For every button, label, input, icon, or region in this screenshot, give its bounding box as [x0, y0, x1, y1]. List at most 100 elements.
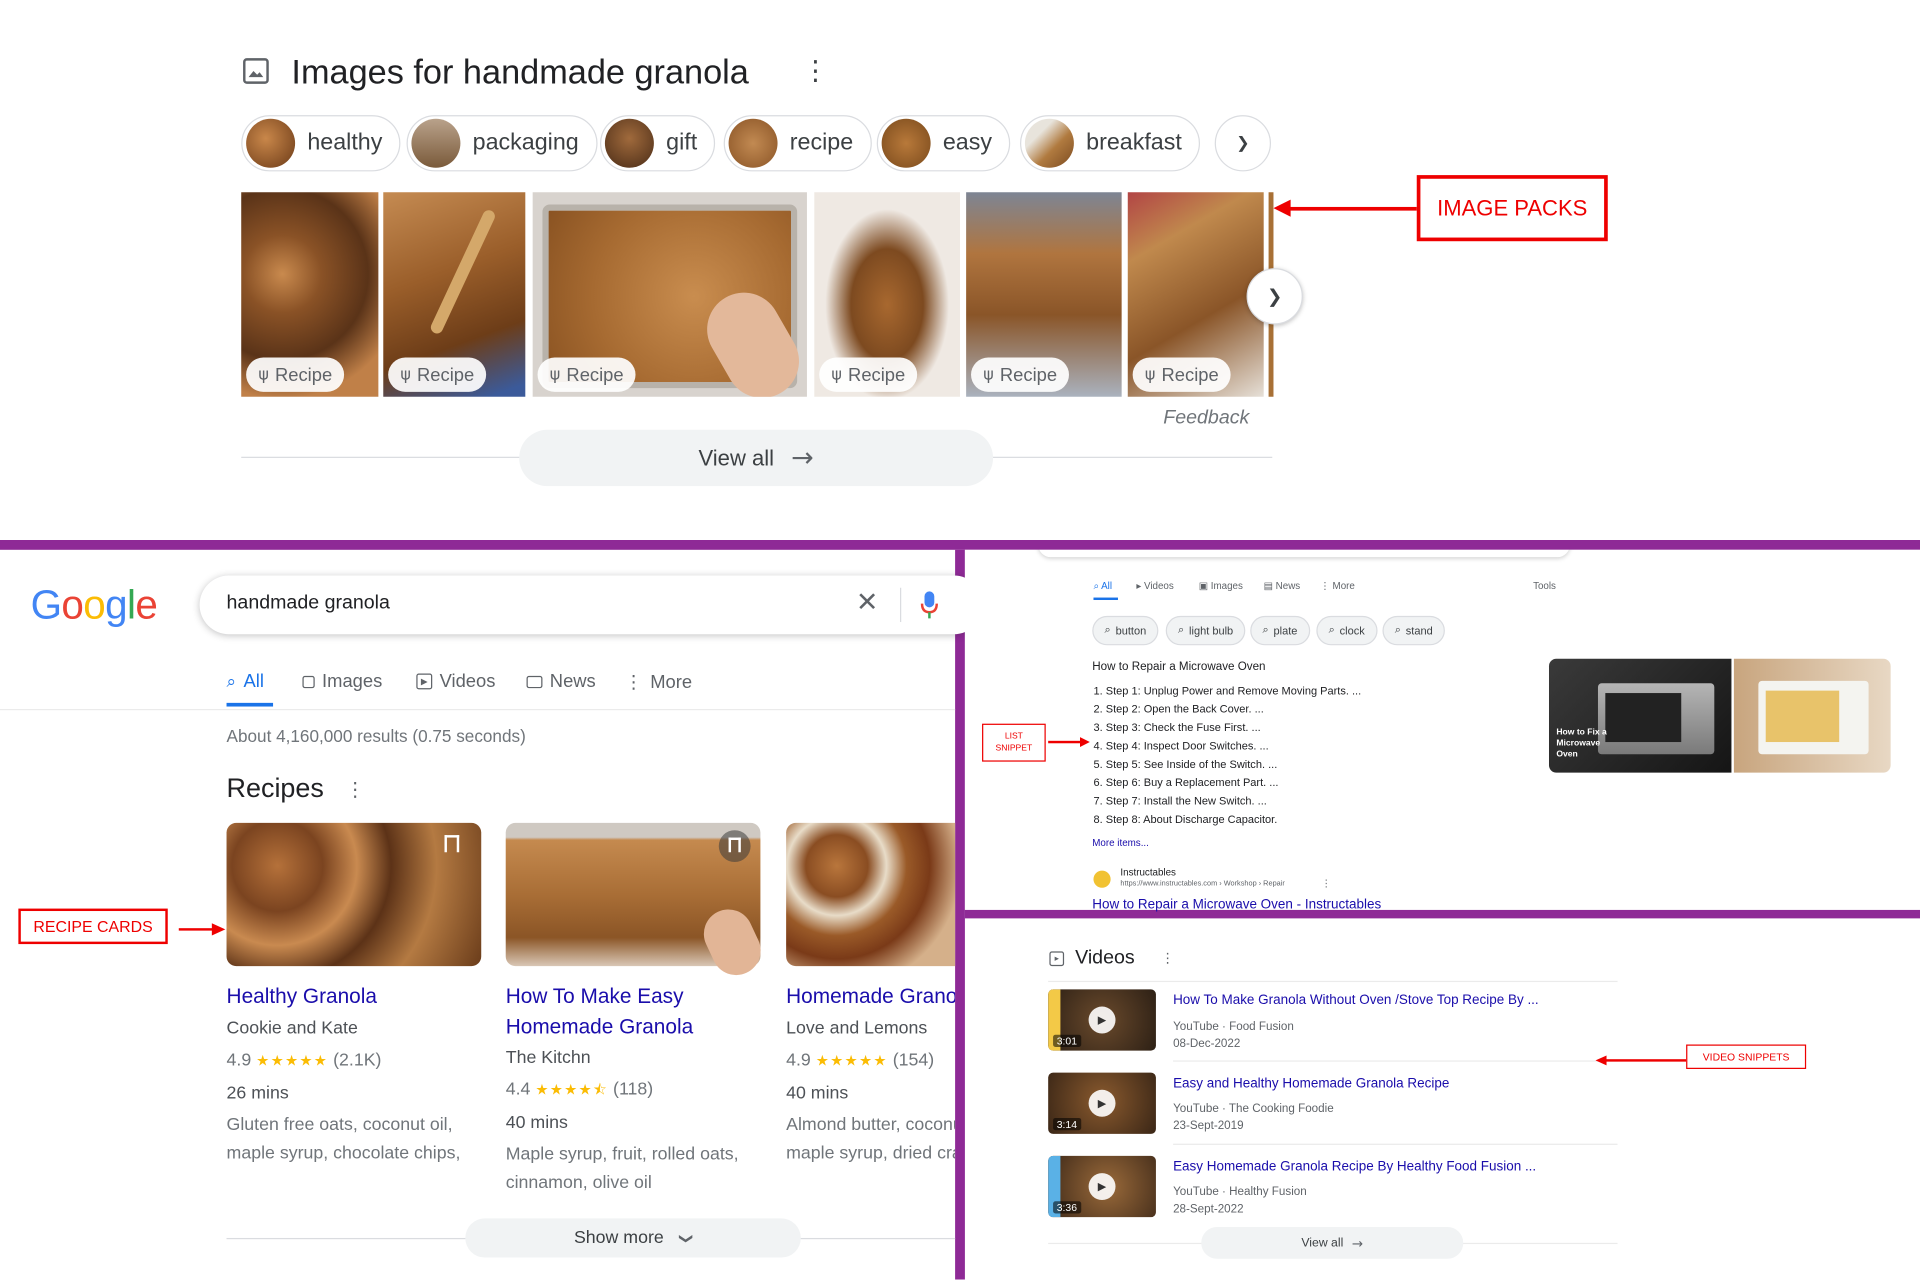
image-result[interactable]: ψ Recipe	[814, 192, 961, 397]
list-tab-tools[interactable]: Tools	[1533, 580, 1556, 591]
fork-knife-icon: ψ	[549, 365, 561, 384]
filter-chip[interactable]: ⌕ clock	[1316, 615, 1378, 646]
video-title[interactable]: Easy Homemade Granola Recipe By Healthy …	[1173, 1160, 1536, 1175]
image-thumbnail[interactable]	[1733, 658, 1891, 773]
bookmark-button[interactable]	[718, 830, 751, 863]
list-tab-images[interactable]: ▣ Images	[1199, 580, 1243, 591]
video-title[interactable]: How To Make Granola Without Oven /Stove …	[1173, 993, 1539, 1008]
tab-images[interactable]: Images	[302, 671, 382, 692]
tab-videos[interactable]: ▸ Videos	[416, 671, 495, 692]
result-link[interactable]: How to Repair a Microwave Oven - Instruc…	[1092, 898, 1381, 913]
recipe-card-title[interactable]: Homemade Granol	[786, 981, 955, 1012]
image-result[interactable]: ψ Recipe	[383, 192, 526, 397]
list-tab-more[interactable]: ⋮ More	[1320, 580, 1355, 591]
recipe-card-ingredients: Almond butter, coconu	[786, 1115, 956, 1136]
recipe-card-image[interactable]	[505, 822, 769, 984]
news-icon	[526, 675, 543, 688]
recipe-card-title[interactable]: How To Make Easy	[506, 981, 684, 1012]
list-step: 1. Step 1: Unplug Power and Remove Movin…	[1093, 684, 1362, 697]
recipe-card-title[interactable]: Homemade Granola	[506, 1011, 693, 1042]
list-step: 4. Step 4: Inspect Door Switches. ...	[1093, 739, 1269, 752]
recipe-badge: ψ Recipe	[819, 357, 918, 392]
video-title[interactable]: Easy and Healthy Homemade Granola Recipe	[1173, 1076, 1449, 1091]
play-icon: ▸	[416, 673, 433, 690]
chip-easy[interactable]: easy	[876, 115, 1011, 172]
more-items-link[interactable]: More items...	[1092, 838, 1149, 849]
clear-icon[interactable]: ✕	[856, 588, 879, 619]
video-duration: 3:36	[1053, 1201, 1081, 1214]
video-source: YouTube · Healthy Fusion	[1173, 1185, 1307, 1199]
filter-chip[interactable]: ⌕ plate	[1250, 615, 1310, 646]
videos-view-all-button[interactable]: View all →	[1201, 1226, 1464, 1259]
next-images-button[interactable]: ❯	[1246, 268, 1303, 325]
video-source: YouTube · The Cooking Foodie	[1173, 1102, 1334, 1116]
view-all-label: View all	[698, 445, 775, 470]
google-logo[interactable]: Google	[31, 582, 158, 629]
tab-all[interactable]: ⌕ All	[227, 671, 264, 692]
tab-more[interactable]: ⋮ More	[624, 671, 692, 693]
fork-knife-icon: ψ	[400, 365, 411, 384]
show-more-button[interactable]: Show more ❯	[465, 1218, 801, 1258]
image-pack-title: Images for handmade granola	[291, 52, 749, 91]
show-more-label: Show more	[573, 1228, 664, 1248]
recipe-card-title[interactable]: Healthy Granola	[227, 981, 377, 1012]
expand-chips-button[interactable]: ❯	[1214, 115, 1272, 172]
view-all-label: View all	[1301, 1236, 1344, 1250]
video-thumbnail[interactable]: ▶ 3:14	[1048, 1072, 1156, 1134]
chip-breakfast[interactable]: breakfast	[1020, 115, 1201, 172]
view-all-button[interactable]: View all →	[519, 429, 994, 487]
list-tab-news[interactable]: ▤ News	[1264, 580, 1301, 591]
list-tab-videos[interactable]: ▸ Videos	[1136, 580, 1173, 591]
more-options-icon[interactable]: ⋮	[802, 58, 829, 86]
search-icon: ⌕	[1093, 580, 1099, 592]
recipe-badge: ψ Recipe	[537, 357, 636, 392]
search-input[interactable]: handmade granola	[227, 593, 390, 615]
chip-healthy[interactable]: healthy	[241, 115, 401, 172]
play-icon[interactable]: ▶	[1088, 1089, 1116, 1117]
filter-chip[interactable]: ⌕ stand	[1382, 615, 1446, 646]
more-options-icon[interactable]: ⋮	[1161, 950, 1174, 966]
arrow-head	[1273, 199, 1291, 217]
image-icon: ▣	[1198, 580, 1209, 592]
fork-knife-icon: ψ	[831, 365, 842, 384]
filter-chip[interactable]: ⌕ light bulb	[1165, 615, 1246, 646]
search-icon: ⌕	[226, 671, 237, 692]
recipe-card-image[interactable]	[786, 822, 956, 967]
bookmark-icon[interactable]	[444, 835, 460, 853]
chip-recipe[interactable]: recipe	[723, 115, 872, 172]
video-thumbnail[interactable]: ▶ 3:01	[1048, 989, 1156, 1051]
video-thumbnail[interactable]: How to Fix a Microwave Oven	[1548, 658, 1732, 773]
more-options-icon[interactable]: ⋮	[1321, 878, 1331, 889]
filter-chip[interactable]: ⌕ button	[1092, 615, 1159, 646]
feedback-link[interactable]: Feedback	[1163, 408, 1249, 430]
recipe-card-clip: Homemade Granol Love and Lemons 4.9 ★★★★…	[786, 973, 955, 1181]
tab-news[interactable]: News	[526, 671, 596, 692]
play-icon[interactable]: ▶	[1088, 1006, 1116, 1034]
annotation-arrow	[178, 928, 214, 931]
microphone-icon[interactable]	[920, 590, 940, 619]
image-result[interactable]: ψ Recipe	[241, 192, 379, 397]
recipe-card-rating: 4.9 ★★★★★ (2.1K)	[226, 1050, 382, 1071]
search-box[interactable]: handmade granola ✕	[199, 575, 984, 635]
play-icon[interactable]: ▶	[1088, 1173, 1116, 1201]
tabs-divider	[0, 708, 956, 711]
chevron-down-icon: ❯	[678, 1232, 695, 1244]
image-result[interactable]: ψ Recipe	[966, 192, 1122, 397]
more-options-icon[interactable]: ⋮	[345, 778, 365, 801]
microwave-door	[1765, 690, 1840, 743]
star-rating-icon: ★★★★⯪	[535, 1081, 609, 1099]
divider	[1173, 1143, 1618, 1145]
recipe-card-ingredients: Maple syrup, fruit, rolled oats,	[505, 1144, 739, 1165]
image-result[interactable]: ψ Recipe	[532, 192, 807, 397]
chip-packaging[interactable]: packaging	[406, 115, 598, 172]
recipe-card-source: The Kitchn	[505, 1048, 591, 1068]
star-rating-icon: ★★★★★	[256, 1051, 329, 1069]
image-result[interactable]: ψ Recipe	[1127, 192, 1264, 397]
video-thumbnail[interactable]: ▶ 3:36	[1048, 1155, 1156, 1218]
recipe-card-source: Cookie and Kate	[226, 1018, 358, 1039]
annotation-list-snippet: LIST SNIPPET	[982, 723, 1046, 762]
recipe-card-image[interactable]	[226, 822, 482, 967]
chip-gift[interactable]: gift	[600, 115, 716, 172]
list-tab-all[interactable]: ⌕ All	[1093, 580, 1112, 592]
list-step: 6. Step 6: Buy a Replacement Part. ...	[1093, 776, 1279, 789]
